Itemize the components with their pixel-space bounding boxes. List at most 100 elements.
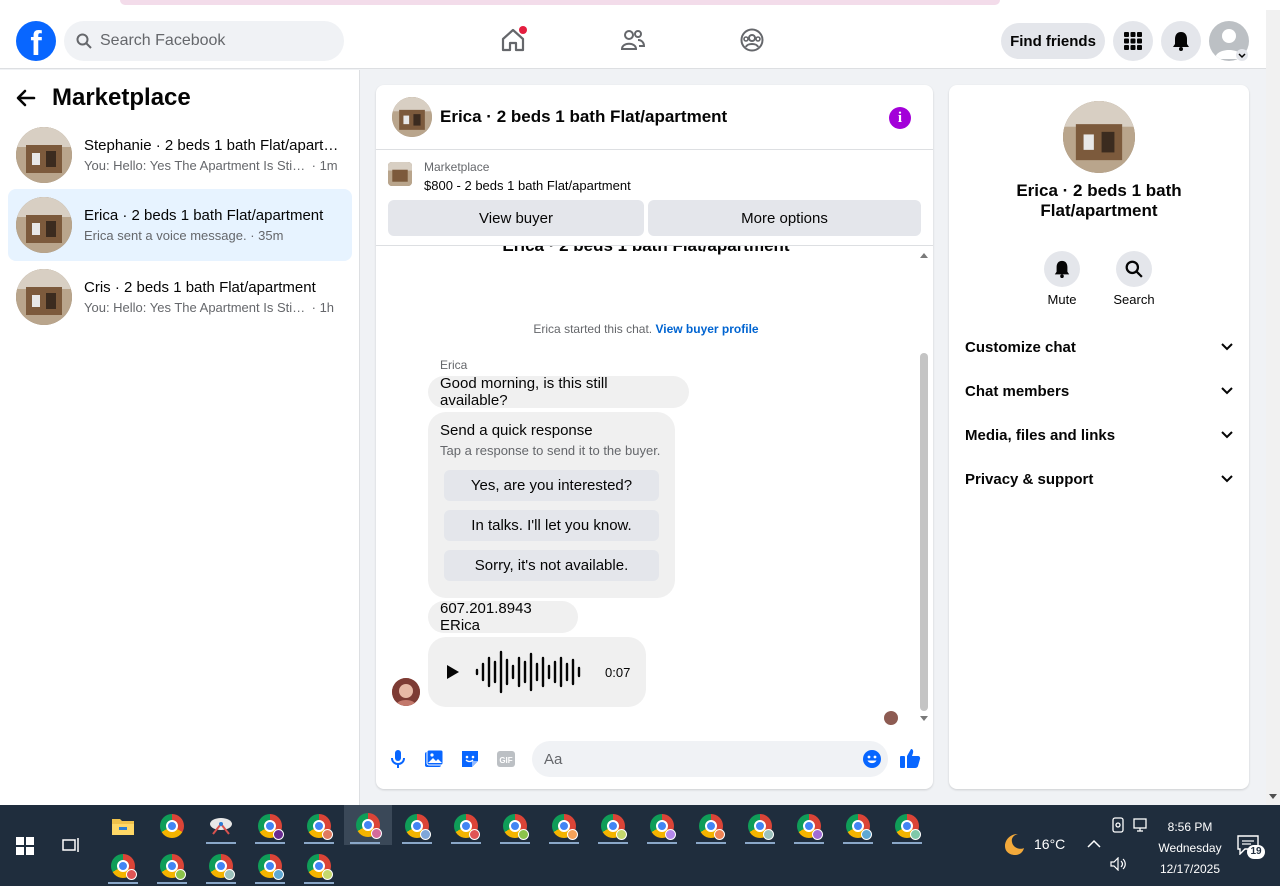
chrome-profile-icon[interactable]	[592, 807, 634, 845]
groups-icon[interactable]	[736, 24, 768, 56]
play-icon[interactable]	[446, 664, 460, 680]
chrome-profile-icon[interactable]	[298, 807, 340, 845]
conversation-item[interactable]: Stephanie · 2 beds 1 bath Flat/apartment…	[8, 119, 352, 191]
search-box[interactable]	[64, 21, 344, 61]
conversation-item-active[interactable]: Erica · 2 beds 1 bath Flat/apartment Eri…	[8, 189, 352, 261]
message-input[interactable]	[544, 750, 844, 768]
page-title: Marketplace	[52, 84, 191, 111]
search-input[interactable]	[100, 32, 330, 50]
notifications-bell-icon[interactable]	[1161, 21, 1201, 61]
microphone-icon[interactable]	[388, 749, 408, 769]
like-thumb-icon[interactable]	[899, 747, 921, 769]
file-explorer-icon[interactable]	[102, 807, 144, 845]
conversation-time: · 1m	[311, 158, 338, 173]
listing-price-title[interactable]: $800 - 2 beds 1 bath Flat/apartment	[424, 178, 631, 193]
meet-now-icon[interactable]	[1111, 817, 1125, 833]
listing-small-thumbnail	[388, 162, 412, 186]
clock[interactable]: 8:56 PM Wednesday 12/17/2025	[1150, 817, 1230, 880]
chrome-profile-icon[interactable]	[690, 807, 732, 845]
customize-chat-section[interactable]: Customize chat	[965, 333, 1233, 361]
search-label: Search	[1113, 292, 1155, 307]
quick-response-card: Send a quick response Tap a response to …	[428, 412, 675, 598]
message-input-box[interactable]	[532, 741, 888, 777]
back-arrow-icon[interactable]	[16, 88, 36, 108]
mute-action[interactable]: Mute	[1032, 251, 1092, 307]
voice-duration: 0:07	[605, 665, 631, 680]
chat-listing-thumbnail[interactable]	[392, 97, 432, 137]
quick-response-button[interactable]: Yes, are you interested?	[444, 470, 659, 501]
chrome-profile-icon[interactable]	[249, 807, 291, 845]
quick-response-button[interactable]: Sorry, it's not available.	[444, 550, 659, 581]
chrome-profile-icon[interactable]	[200, 847, 242, 885]
chat-panel: Erica · 2 beds 1 bath Flat/apartment i M…	[376, 85, 933, 789]
browser-top-strip	[0, 0, 1280, 10]
media-files-links-section[interactable]: Media, files and links	[965, 421, 1233, 449]
conversation-time: · 35m	[250, 228, 284, 243]
page-scroll-down-icon[interactable]	[1269, 794, 1277, 800]
chrome-icon[interactable]	[151, 807, 193, 845]
notification-count: 19	[1247, 845, 1265, 859]
gif-icon[interactable]: GIF	[496, 749, 516, 769]
quick-response-button[interactable]: In talks. I'll let you know.	[444, 510, 659, 541]
listing-thumbnail	[16, 269, 72, 325]
chrome-profile-icon[interactable]	[298, 847, 340, 885]
account-chevron-icon[interactable]	[1236, 49, 1248, 61]
chevron-down-icon	[1221, 475, 1233, 483]
notification-center[interactable]: 19	[1237, 835, 1265, 860]
network-icon[interactable]	[1133, 818, 1151, 832]
page-scrollbar[interactable]	[1266, 10, 1280, 805]
chrome-profile-icon[interactable]	[494, 807, 536, 845]
emoji-icon[interactable]	[862, 749, 882, 769]
task-view-icon[interactable]	[62, 837, 80, 853]
chat-title[interactable]: Erica · 2 beds 1 bath Flat/apartment	[440, 107, 727, 127]
conversation-item[interactable]: Cris · 2 beds 1 bath Flat/apartment You:…	[8, 261, 352, 333]
details-listing-thumbnail[interactable]	[1063, 101, 1135, 173]
chat-scrollbar-thumb[interactable]	[920, 353, 928, 711]
menu-grid-icon[interactable]	[1113, 21, 1153, 61]
mute-label: Mute	[1047, 292, 1077, 307]
volume-icon[interactable]	[1110, 857, 1128, 871]
chevron-up-icon[interactable]	[1087, 839, 1101, 849]
windows-start-icon[interactable]	[16, 837, 34, 855]
chrome-profile-icon[interactable]	[788, 807, 830, 845]
snipping-tool-icon[interactable]	[200, 807, 242, 845]
conversation-title: Stephanie · 2 beds 1 bath Flat/apartment	[84, 137, 340, 154]
sidebar-header: Marketplace	[16, 84, 191, 112]
search-action[interactable]: Search	[1104, 251, 1164, 307]
chrome-profile-icon[interactable]	[102, 847, 144, 885]
find-friends-button[interactable]: Find friends	[1001, 23, 1105, 59]
chat-members-section[interactable]: Chat members	[965, 377, 1233, 405]
clock-day: Wednesday	[1158, 841, 1222, 855]
photo-icon[interactable]	[424, 749, 444, 769]
chrome-profile-icon[interactable]	[543, 807, 585, 845]
chrome-profile-icon[interactable]	[249, 847, 291, 885]
conversation-preview: Erica sent a voice message.	[84, 228, 247, 243]
chrome-profile-icon[interactable]	[396, 807, 438, 845]
chrome-profile-icon[interactable]	[886, 807, 928, 845]
search-icon	[76, 33, 92, 49]
view-buyer-profile-link[interactable]: View buyer profile	[655, 322, 758, 336]
home-icon[interactable]	[497, 24, 529, 56]
scroll-up-icon[interactable]	[919, 251, 929, 259]
chrome-profile-icon[interactable]	[151, 847, 193, 885]
clock-date: 12/17/2025	[1159, 862, 1221, 876]
more-options-button[interactable]: More options	[648, 200, 921, 236]
friends-icon[interactable]	[617, 24, 649, 56]
facebook-logo[interactable]: f	[16, 21, 56, 61]
voice-message: 0:07	[428, 637, 646, 707]
facebook-header: f Find friends	[0, 10, 1266, 69]
scroll-down-icon[interactable]	[919, 715, 929, 723]
chrome-profile-icon-active[interactable]	[344, 805, 392, 845]
chrome-profile-icon[interactable]	[641, 807, 683, 845]
chrome-profile-icon[interactable]	[837, 807, 879, 845]
privacy-support-section[interactable]: Privacy & support	[965, 465, 1233, 493]
conversation-preview: You: Hello: Yes The Apartment Is Still A…	[84, 158, 308, 173]
chrome-profile-icon[interactable]	[445, 807, 487, 845]
view-buyer-button[interactable]: View buyer	[388, 200, 644, 236]
sticker-icon[interactable]	[460, 749, 480, 769]
sender-avatar[interactable]	[392, 678, 420, 706]
chrome-profile-icon[interactable]	[739, 807, 781, 845]
weather-widget[interactable]: 16°C	[1000, 831, 1065, 857]
info-icon[interactable]: i	[889, 107, 911, 129]
message-list: Erica · 2 beds 1 bath Flat/apartment Eri…	[376, 246, 933, 726]
